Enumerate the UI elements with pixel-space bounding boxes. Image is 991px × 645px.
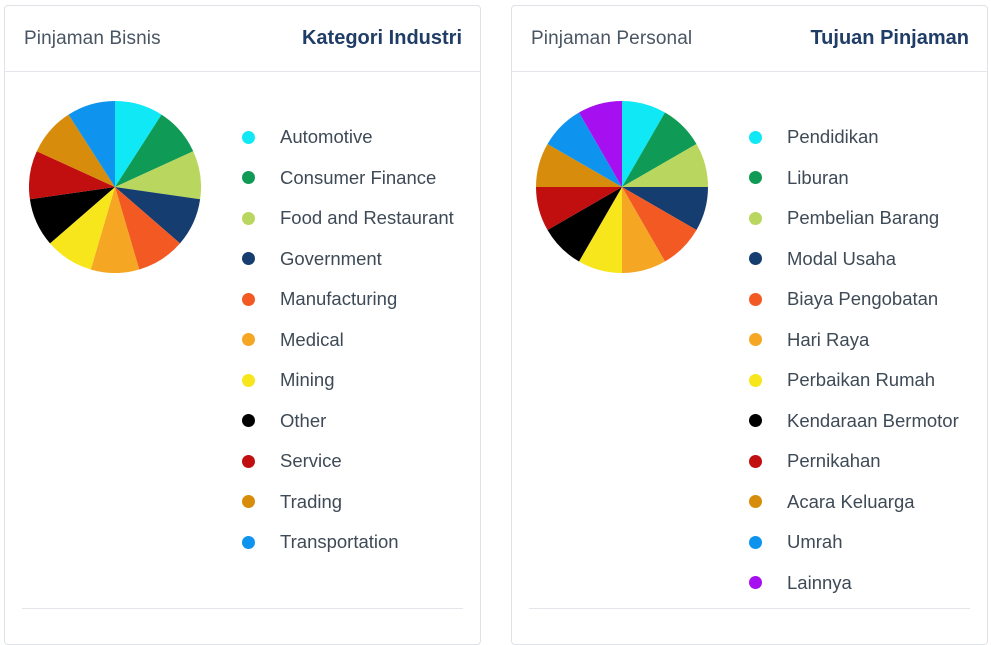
- legend-item-pernikahan[interactable]: Pernikahan: [749, 441, 959, 482]
- legend-item-acara-keluarga[interactable]: Acara Keluarga: [749, 482, 959, 523]
- legend-label: Government: [280, 247, 382, 269]
- card-title: Pinjaman Bisnis: [24, 28, 161, 49]
- legend-label: Trading: [280, 490, 343, 512]
- legend-item-trading[interactable]: Trading: [242, 482, 454, 523]
- card-divider: [22, 608, 463, 609]
- legend-item-liburan[interactable]: Liburan: [749, 158, 959, 199]
- legend-item-manufacturing[interactable]: Manufacturing: [242, 279, 454, 320]
- legend-item-umrah[interactable]: Umrah: [749, 522, 959, 563]
- legend-swatch: [242, 454, 255, 468]
- legend-swatch: [749, 495, 762, 509]
- industry-pie-chart: [29, 101, 201, 273]
- legend-swatch: [242, 535, 255, 549]
- legend-swatch: [749, 292, 762, 306]
- legend-label: Modal Usaha: [787, 247, 897, 269]
- legend-swatch: [242, 495, 255, 509]
- legend-label: Lainnya: [787, 571, 852, 593]
- card-title: Pinjaman Personal: [531, 28, 693, 49]
- legend-label: Perbaikan Rumah: [787, 369, 936, 391]
- legend-item-government[interactable]: Government: [242, 239, 454, 280]
- legend-label: Hari Raya: [787, 328, 870, 350]
- legend-label: Automotive: [280, 126, 373, 148]
- legend-item-medical[interactable]: Medical: [242, 320, 454, 361]
- legend-label: Pernikahan: [787, 450, 881, 472]
- legend-item-kendaraan-bermotor[interactable]: Kendaraan Bermotor: [749, 401, 959, 442]
- legend-label: Pembelian Barang: [787, 207, 940, 229]
- legend-swatch: [242, 130, 255, 144]
- legend-label: Mining: [280, 369, 335, 391]
- legend-swatch: [242, 373, 255, 387]
- legend-item-food-and-restaurant[interactable]: Food and Restaurant: [242, 198, 454, 239]
- legend-swatch: [749, 576, 762, 590]
- legend-label: Liburan: [787, 166, 849, 188]
- legend-label: Other: [280, 409, 327, 431]
- legend-swatch: [749, 333, 762, 347]
- card-divider: [529, 608, 970, 609]
- card-subtitle: Kategori Industri: [301, 27, 462, 49]
- card-header: Pinjaman Personal Tujuan Pinjaman: [512, 6, 987, 72]
- legend-swatch: [242, 171, 255, 185]
- legend-label: Acara Keluarga: [787, 490, 915, 512]
- card-subtitle: Tujuan Pinjaman: [810, 27, 969, 49]
- legend-label: Biaya Pengobatan: [787, 288, 939, 310]
- legend-swatch: [242, 252, 255, 266]
- legend-item-mining[interactable]: Mining: [242, 360, 454, 401]
- legend-item-lainnya[interactable]: Lainnya: [749, 563, 959, 604]
- legend-swatch: [749, 130, 762, 144]
- legend-swatch: [242, 292, 255, 306]
- legend-item-perbaikan-rumah[interactable]: Perbaikan Rumah: [749, 360, 959, 401]
- legend-item-transportation[interactable]: Transportation: [242, 522, 454, 563]
- purpose-pie-chart: [536, 101, 708, 273]
- legend-item-pembelian-barang[interactable]: Pembelian Barang: [749, 198, 959, 239]
- legend-label: Manufacturing: [280, 288, 398, 310]
- legend-label: Pendidikan: [787, 126, 879, 148]
- legend-item-biaya-pengobatan[interactable]: Biaya Pengobatan: [749, 279, 959, 320]
- legend-swatch: [749, 454, 762, 468]
- legend-label: Food and Restaurant: [280, 207, 454, 229]
- legend-label: Service: [280, 450, 342, 472]
- legend-swatch: [749, 414, 762, 428]
- legend-item-pendidikan[interactable]: Pendidikan: [749, 117, 959, 158]
- legend-swatch: [242, 333, 255, 347]
- legend-swatch: [242, 211, 255, 225]
- legend-label: Transportation: [280, 531, 399, 553]
- legend-swatch: [749, 171, 762, 185]
- legend-item-other[interactable]: Other: [242, 401, 454, 442]
- legend-item-hari-raya[interactable]: Hari Raya: [749, 320, 959, 361]
- legend-item-service[interactable]: Service: [242, 441, 454, 482]
- legend-label: Medical: [280, 328, 344, 350]
- legend-label: Consumer Finance: [280, 166, 437, 188]
- legend-swatch: [749, 211, 762, 225]
- legend-label: Kendaraan Bermotor: [787, 409, 959, 431]
- purpose-legend: Pendidikan Liburan Pembelian Barang Modal U…: [749, 117, 959, 603]
- business-loan-card: Pinjaman Bisnis Kategori Industri Automo…: [4, 5, 481, 645]
- card-header: Pinjaman Bisnis Kategori Industri: [5, 6, 480, 72]
- legend-swatch: [749, 252, 762, 266]
- legend-label: Umrah: [787, 531, 843, 553]
- legend-item-modal-usaha[interactable]: Modal Usaha: [749, 239, 959, 280]
- legend-swatch: [242, 414, 255, 428]
- industry-legend: Automotive Consumer Finance Food and Resta…: [242, 117, 454, 563]
- legend-item-consumer-finance[interactable]: Consumer Finance: [242, 158, 454, 199]
- legend-swatch: [749, 373, 762, 387]
- personal-loan-card: Pinjaman Personal Tujuan Pinjaman Pendid…: [511, 5, 988, 645]
- legend-item-automotive[interactable]: Automotive: [242, 117, 454, 158]
- legend-swatch: [749, 535, 762, 549]
